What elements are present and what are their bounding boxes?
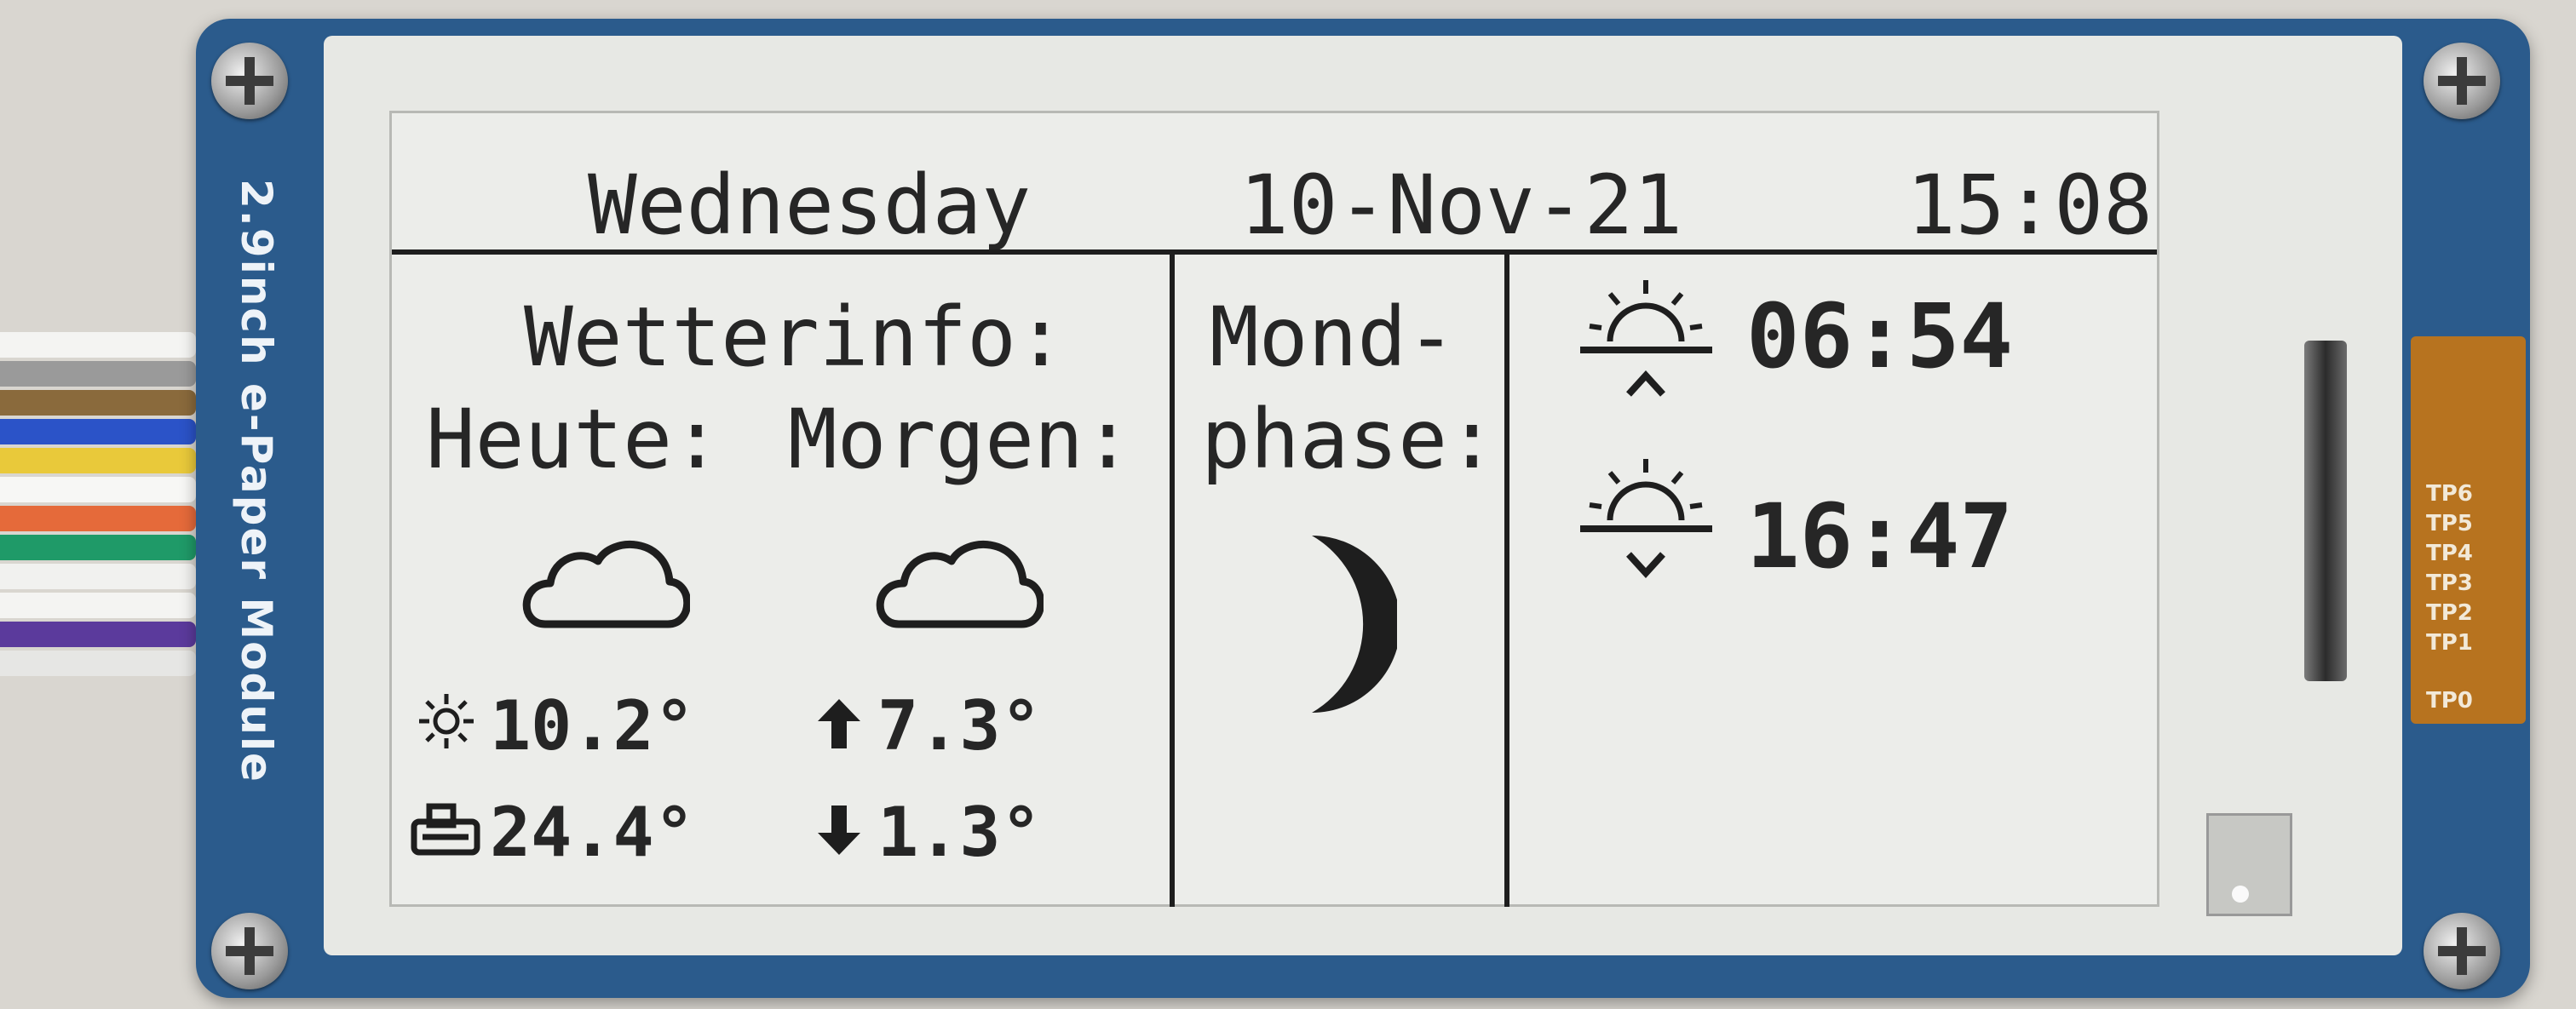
crescent-moon-icon	[1312, 536, 1397, 713]
tp-label: TP0	[2426, 688, 2473, 714]
humidity-icon	[411, 803, 480, 856]
arrow-down-icon	[818, 805, 860, 855]
epaper-screen: Wednesday 10-Nov-21 15:08 Wetterinfo: He…	[389, 111, 2159, 907]
module-label: 2.9inch e-Paper Module	[232, 179, 281, 783]
weather-heading: Wetterinfo:	[524, 290, 1066, 385]
connector-slot	[2304, 341, 2347, 681]
corner-pad	[2206, 813, 2292, 916]
cloud-icon	[876, 541, 1044, 628]
day-label: Wednesday	[588, 158, 1032, 253]
corner-hole	[2232, 886, 2249, 903]
tomorrow-label: Morgen:	[788, 392, 1133, 487]
arrow-up-icon	[818, 699, 860, 748]
sunset-icon	[1580, 459, 1712, 578]
time-label: 15:08	[1906, 158, 2153, 253]
screw-bottom-right	[2424, 913, 2500, 989]
tp-label: TP5	[2426, 511, 2473, 536]
tp-label: TP1	[2426, 630, 2473, 656]
screw-top-right	[2424, 43, 2500, 119]
tp-label: TP2	[2426, 600, 2473, 626]
moon-heading-line1: Mond-	[1210, 290, 1456, 385]
tp-label: TP4	[2426, 541, 2473, 566]
temperature-value: 10.2°	[490, 686, 695, 765]
column-divider-1	[1170, 249, 1175, 907]
cloud-icon	[522, 541, 690, 628]
sunset-time: 16:47	[1746, 484, 2014, 588]
sunrise-time: 06:54	[1746, 284, 2014, 388]
date-label: 10-Nov-21	[1239, 158, 1683, 253]
sunrise-icon	[1580, 280, 1712, 397]
screw-bottom-left	[211, 913, 288, 989]
humidity-value: 24.4°	[490, 793, 695, 872]
column-divider-2	[1504, 249, 1509, 907]
tp-label: TP6	[2426, 481, 2473, 507]
max-temp-value: 7.3°	[877, 686, 1042, 765]
thermometer-sun-icon	[419, 694, 474, 748]
tp-label: TP3	[2426, 570, 2473, 596]
moon-heading-line2: phase:	[1201, 392, 1497, 487]
screw-top-left	[211, 43, 288, 119]
min-temp-value: 1.3°	[877, 793, 1042, 872]
ribbon-cables	[0, 332, 196, 707]
header-divider	[392, 249, 2157, 255]
today-label: Heute:	[426, 392, 722, 487]
